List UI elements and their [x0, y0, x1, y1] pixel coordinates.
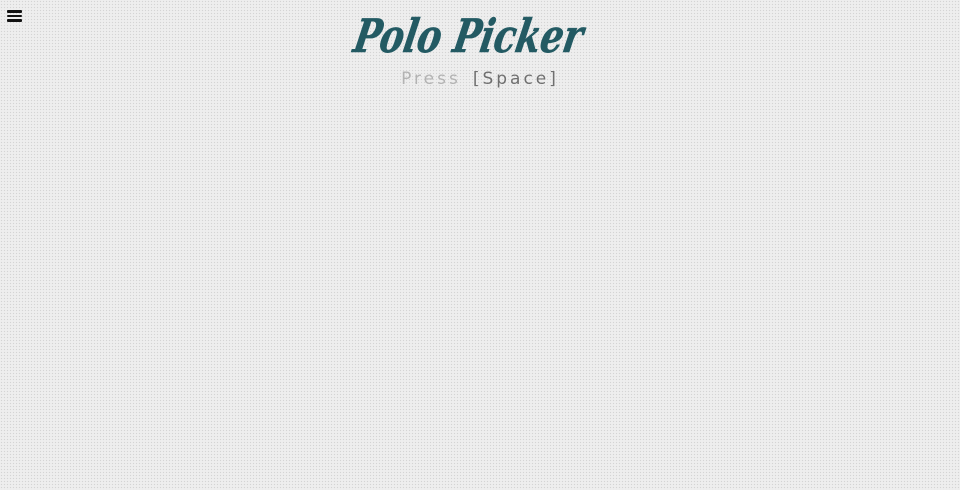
press-label: Press [401, 69, 461, 89]
space-key-hint: [Space] [472, 69, 559, 89]
start-prompt: Press [Space] [0, 68, 960, 90]
app-title-logo: Polo Picker [0, 0, 960, 70]
app-title-text: Polo Picker [348, 8, 590, 63]
app-title-script-logo: Polo Picker [348, 8, 591, 63]
